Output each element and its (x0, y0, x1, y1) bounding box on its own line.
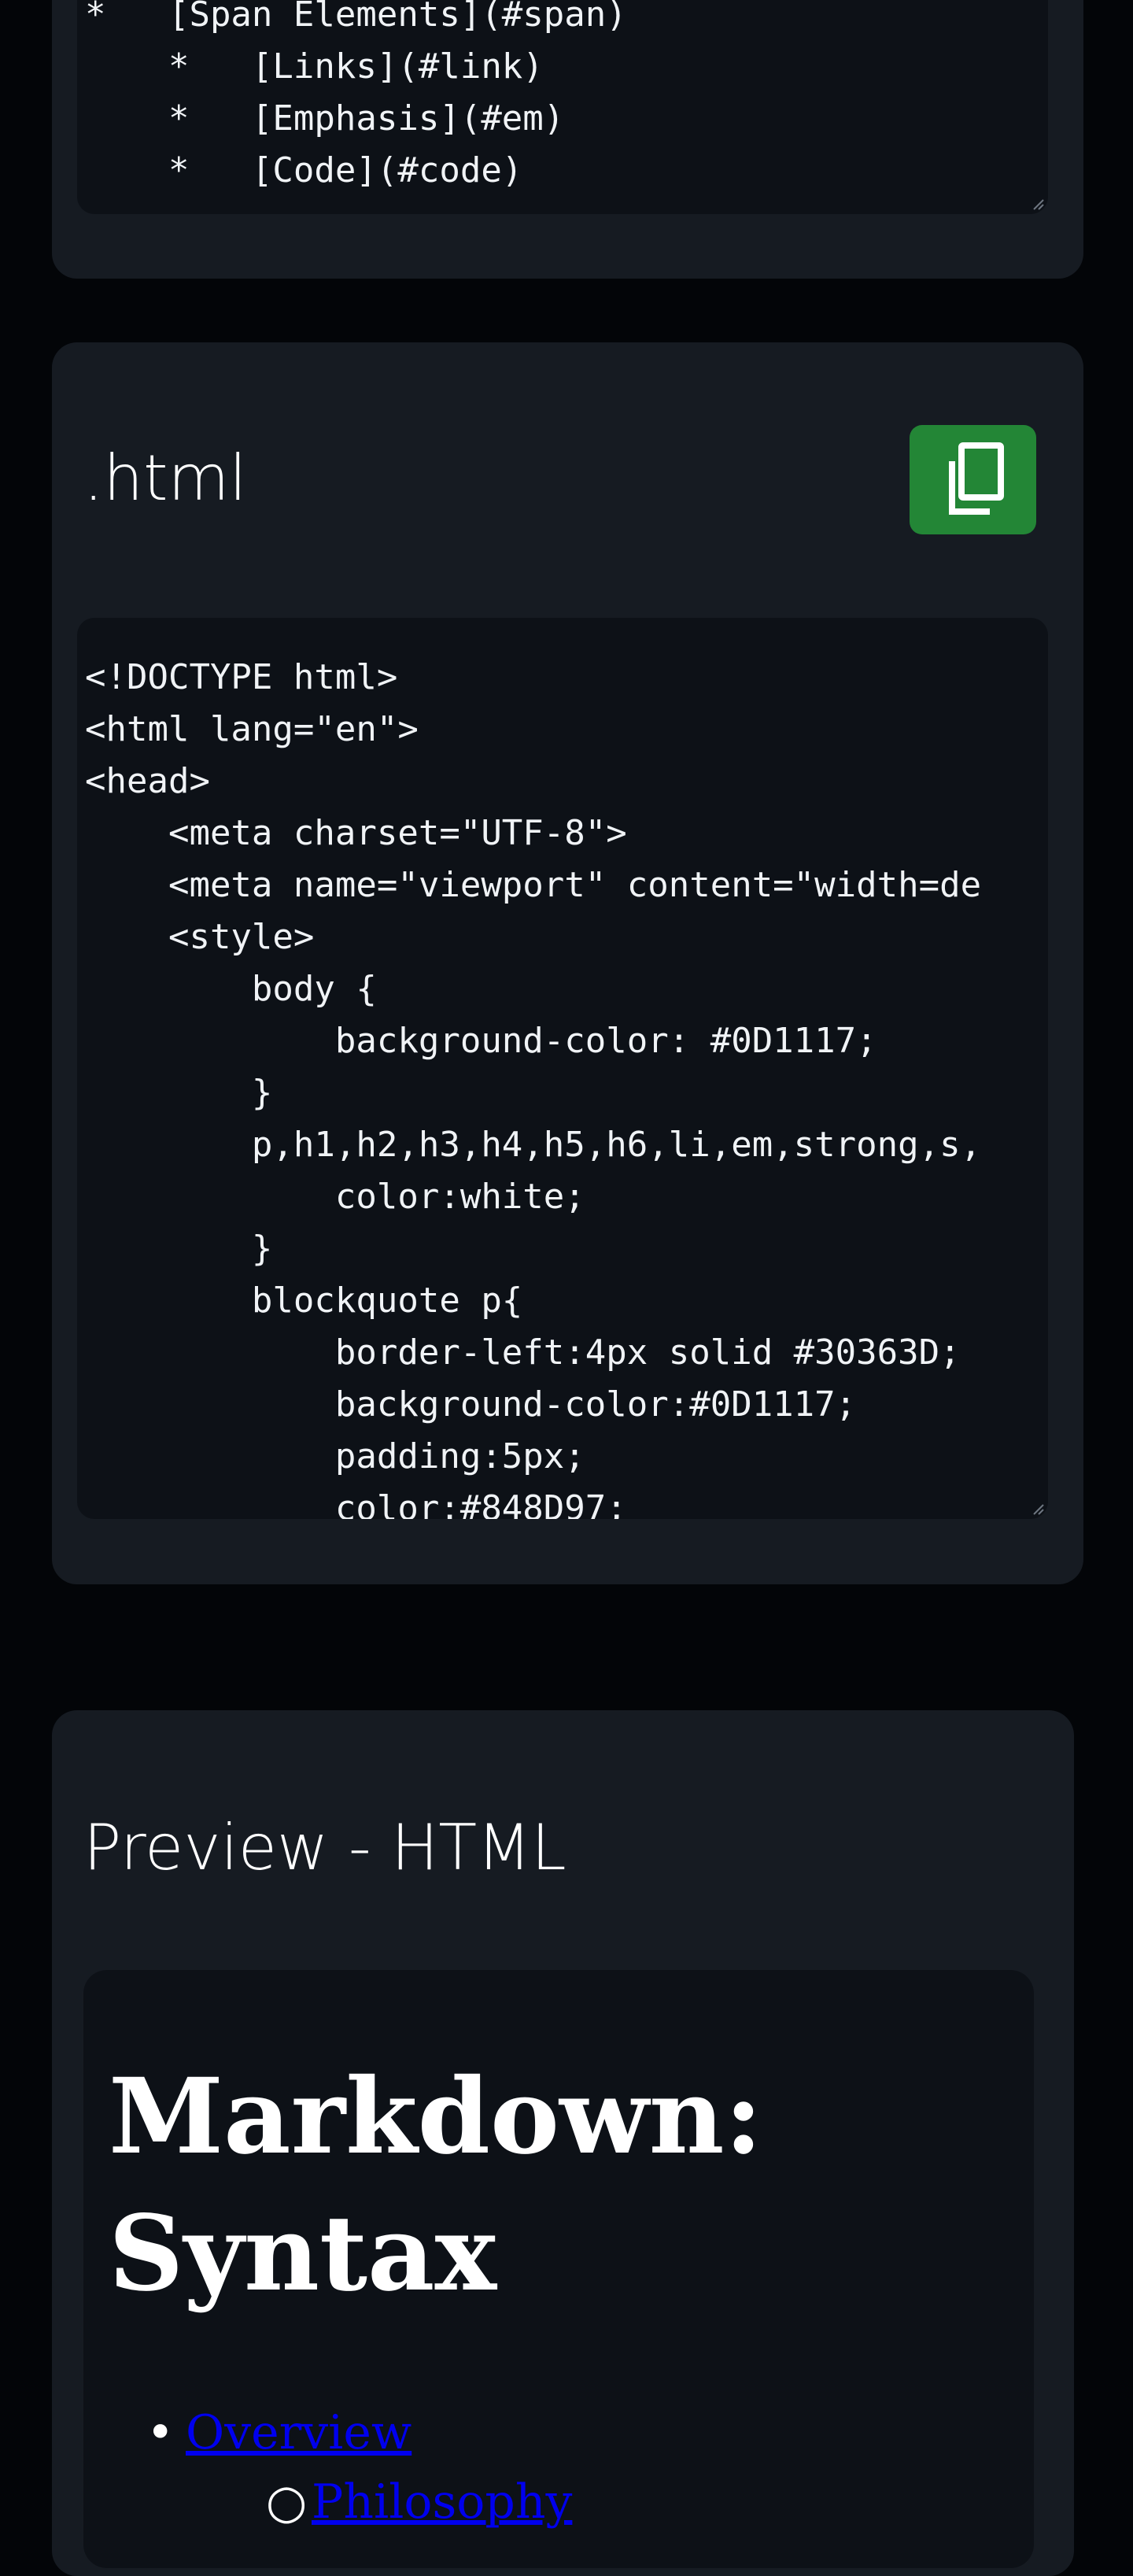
preview-frame: Markdown: Syntax • Overview ○ Philosophy (83, 1970, 1034, 2568)
html-code-line: <meta name="viewport" content="width=de (85, 865, 982, 905)
html-code-line: <!DOCTYPE html> (85, 657, 398, 697)
markdown-code-line: * [Emphasis](#em) (85, 98, 565, 139)
html-code-line: padding:5px; (85, 1436, 585, 1476)
toc-item-philosophy: ○ Philosophy (266, 2471, 572, 2533)
preview-heading-line2: Syntax (109, 2193, 497, 2315)
copy-icon (948, 442, 1004, 515)
html-code-line: p,h1,h2,h3,h4,h5,h6,li,em,strong,s, (85, 1125, 982, 1165)
preview-section-title: Preview - HTML (83, 1811, 566, 1884)
html-code-line: background-color:#0D1117; (85, 1384, 857, 1425)
html-code-line: body { (85, 969, 377, 1009)
html-section-title: .html (83, 442, 247, 515)
markdown-code-line: * [Span Elements](#span) (85, 0, 627, 35)
markdown-code-line: * [Code](#code) (85, 150, 523, 190)
html-code-line: <head> (85, 761, 210, 801)
html-code-line: <html lang="en"> (85, 709, 419, 749)
circle-bullet-icon: ○ (266, 2474, 308, 2530)
html-code-line: color:white; (85, 1177, 585, 1217)
html-output-textarea[interactable]: <!DOCTYPE html> <html lang="en"> <head> <m… (77, 618, 1048, 1519)
html-code-lines: <!DOCTYPE html> <html lang="en"> <head> <m… (85, 652, 981, 1519)
html-code-line: blockquote p{ (85, 1281, 523, 1321)
html-code-line: background-color: #0D1117; (85, 1021, 877, 1061)
preview-heading-line1: Markdown: (109, 2056, 763, 2178)
resize-grip-icon[interactable] (1028, 194, 1045, 211)
html-code-line: <meta charset="UTF-8"> (85, 813, 627, 853)
markdown-code-line: * [Links](#link) (85, 46, 544, 87)
toc-item-overview: • Overview (146, 2401, 411, 2464)
resize-grip-icon[interactable] (1028, 1499, 1045, 1516)
toc-link-overview[interactable]: Overview (186, 2405, 411, 2460)
markdown-source-lines: [Horizontal Rules](#hr)* [Span Elements]… (85, 0, 731, 197)
html-code-line: border-left:4px solid #30363D; (85, 1332, 961, 1373)
bullet-icon: • (146, 2405, 175, 2460)
html-code-line: <style> (85, 917, 315, 957)
markdown-source-textarea[interactable]: [Horizontal Rules](#hr)* [Span Elements]… (77, 0, 1048, 214)
preview-heading: Markdown: Syntax (109, 2049, 762, 2323)
toc-link-philosophy[interactable]: Philosophy (312, 2474, 572, 2530)
copy-html-button[interactable] (910, 425, 1036, 534)
html-code-line: color:#848D97; (85, 1488, 627, 1519)
html-code-line: } (85, 1073, 273, 1113)
html-code-line: } (85, 1229, 273, 1269)
